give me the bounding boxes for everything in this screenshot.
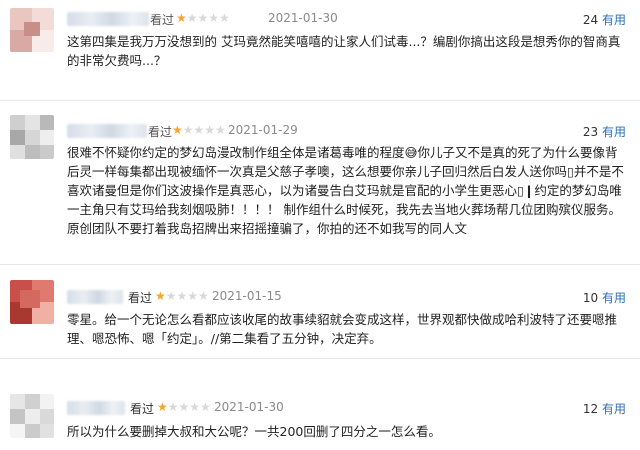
vote-count: 10 (582, 291, 599, 305)
avatar-pixel (10, 145, 25, 159)
avatar-pixel (24, 22, 40, 36)
avatar-pixel (20, 290, 40, 308)
review-text: 零星。给一个无论怎么看都应该收尾的故事续貂就会变成这样，世界观都快做成哈利波特了… (67, 312, 618, 346)
vote-count: 24 (582, 13, 599, 27)
review-text: 很难不怀疑你约定的梦幻岛漫改制作组全体是诸葛毒唯的程度😅你儿子又不是真的死了为什… (67, 145, 624, 236)
avatar-pixel (40, 130, 54, 145)
username-blurred[interactable] (67, 401, 125, 415)
avatar-pixel (25, 130, 40, 145)
watched-status: 看过 (150, 13, 175, 27)
username-blurred[interactable] (67, 290, 123, 304)
avatar-pixel (10, 409, 25, 424)
watched-status: 看过 (148, 125, 173, 139)
avatar-pixel (25, 115, 40, 130)
avatar-pixel (25, 145, 40, 159)
avatar-pixel (40, 145, 54, 159)
review-text: 这第四集是我万万没想到的 艾玛竟然能笑嘻嘻的让家人们试毒...？编剧你搞出这段是… (67, 34, 621, 68)
review-item: 看过 ★★★★★ 2021-01-29 23 有用 很难不怀疑你约定的梦幻岛漫改… (0, 100, 640, 264)
rating-stars: ★★★★★ (157, 400, 211, 414)
watched-status: 看过 (128, 291, 153, 305)
avatar[interactable] (10, 8, 54, 52)
review-date: 2021-01-29 (228, 123, 298, 137)
watched-status: 看过 (130, 402, 155, 416)
review-item: 看过 ★★★★★ 2021-01-30 12 有用 所以为什么要删掉大叔和大公呢… (0, 358, 640, 450)
review-item: 看过 ★★★★★ 2021-01-30 24 有用 这第四集是我万万没想到的 艾… (0, 0, 640, 100)
useful-link[interactable]: 有用 (602, 125, 626, 139)
avatar-pixel (40, 424, 54, 438)
review-date: 2021-01-30 (214, 400, 284, 414)
vote-count: 12 (582, 402, 599, 416)
review-item: 看过 ★★★★★ 2021-01-15 10 有用 零星。给一个无论怎么看都应该… (0, 264, 640, 358)
review-text: 所以为什么要删掉大叔和大公呢？一共200回删了四分之一怎么看。 (67, 424, 441, 439)
avatar[interactable] (10, 394, 54, 438)
avatar-pixel (40, 409, 54, 424)
rating-stars: ★★★★★ (176, 11, 230, 25)
username-blurred[interactable] (67, 124, 147, 138)
useful-votes[interactable]: 24 有用 (583, 11, 626, 28)
useful-link[interactable]: 有用 (602, 13, 626, 27)
avatar-pixel (10, 424, 25, 438)
useful-link[interactable]: 有用 (602, 291, 626, 305)
vote-count: 23 (582, 125, 599, 139)
review-date: 2021-01-30 (268, 11, 338, 25)
avatar-pixel (10, 130, 25, 145)
review-date: 2021-01-15 (212, 289, 282, 303)
useful-link[interactable]: 有用 (602, 402, 626, 416)
useful-votes[interactable]: 10 有用 (583, 289, 626, 306)
rating-stars: ★★★★★ (172, 123, 226, 137)
avatar-pixel (25, 424, 40, 438)
rating-stars: ★★★★★ (155, 289, 209, 303)
avatar[interactable] (10, 280, 54, 324)
avatar-pixel (10, 394, 25, 409)
avatar-pixel (10, 115, 25, 130)
avatar-pixel (40, 115, 54, 130)
avatar-pixel (25, 394, 40, 409)
avatar-pixel (40, 394, 54, 409)
avatar[interactable] (10, 115, 54, 159)
useful-votes[interactable]: 12 有用 (583, 400, 626, 417)
username-blurred[interactable] (67, 12, 149, 26)
avatar-pixel (25, 409, 40, 424)
useful-votes[interactable]: 23 有用 (583, 123, 626, 140)
